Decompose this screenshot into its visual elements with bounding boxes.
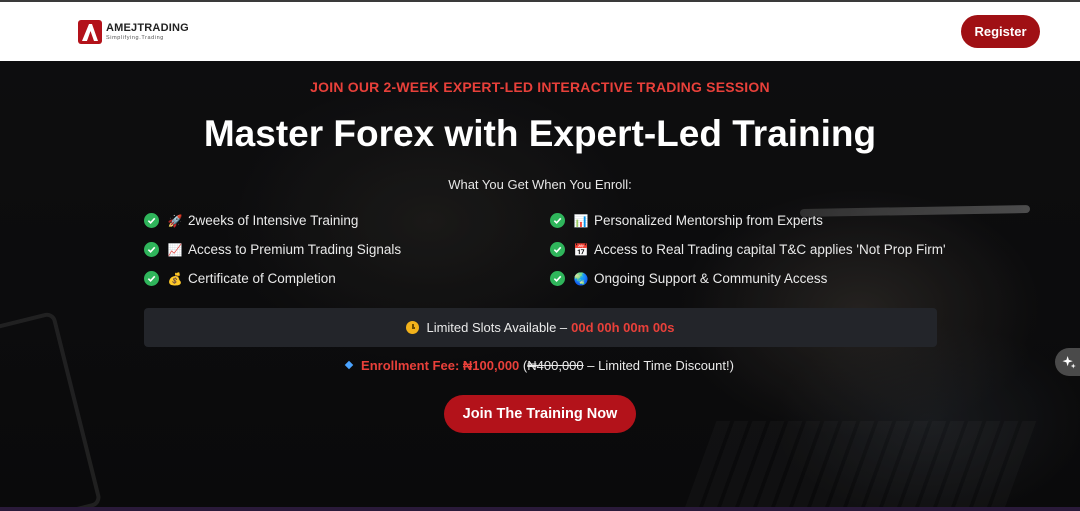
hero-eyebrow: JOIN OUR 2-WEEK EXPERT-LED INTERACTIVE T… (310, 79, 770, 95)
brand-name: AMEJTRADING (106, 21, 189, 34)
money-bag-icon: 💰 (167, 271, 183, 286)
join-training-button[interactable]: Join The Training Now (444, 395, 636, 433)
feature-item: 📊 Personalized Mentorship from Experts (550, 213, 823, 228)
feature-item: 💰 Certificate of Completion (144, 271, 336, 286)
calendar-icon: 📅 (573, 242, 589, 257)
check-icon (144, 271, 159, 286)
diamond-icon (344, 360, 354, 370)
fee-amount: ₦100,000 (462, 358, 520, 373)
benefits-heading: What You Get When You Enroll: (448, 177, 632, 192)
logo-mark-icon (78, 20, 102, 44)
countdown-bar: Limited Slots Available – 00d 00h 00m 00… (144, 308, 937, 347)
rocket-icon: 🚀 (167, 213, 183, 228)
brand-tagline: Simplifying.Trading (106, 34, 164, 41)
bar-chart-icon: 📊 (573, 213, 589, 228)
fee-note: – Limited Time Discount!) (587, 358, 734, 373)
navbar: AMEJTRADING Simplifying.Trading Register (0, 2, 1080, 61)
check-icon (550, 213, 565, 228)
feature-item: 📈 Access to Premium Trading Signals (144, 242, 401, 257)
countdown-label: Limited Slots Available – (426, 320, 568, 335)
clock-icon (406, 321, 420, 334)
hero-section: JOIN OUR 2-WEEK EXPERT-LED INTERACTIVE T… (0, 61, 1080, 507)
register-button[interactable]: Register (961, 15, 1040, 48)
bottom-border (0, 507, 1080, 511)
feature-item: 🌏 Ongoing Support & Community Access (550, 271, 827, 286)
countdown-timer: 00d 00h 00m 00s (571, 320, 675, 335)
sparkle-icon (1062, 355, 1076, 368)
feature-text: Certificate of Completion (188, 271, 336, 286)
feature-item: 📅 Access to Real Trading capital T&C app… (550, 242, 946, 257)
feature-text: Access to Real Trading capital T&C appli… (594, 242, 946, 257)
fee-label: Enrollment Fee: (361, 358, 460, 373)
feature-text: Ongoing Support & Community Access (594, 271, 828, 286)
brand-logo[interactable]: AMEJTRADING Simplifying.Trading (78, 18, 189, 46)
fee-original-amount: ₦400,000 (527, 358, 584, 373)
feature-text: Personalized Mentorship from Experts (594, 213, 823, 228)
globe-icon: 🌏 (573, 271, 589, 286)
feature-text: Access to Premium Trading Signals (188, 242, 402, 257)
ai-assistant-button[interactable] (1055, 348, 1080, 376)
hero-headline: Master Forex with Expert-Led Training (203, 113, 877, 154)
enrollment-fee: Enrollment Fee: ₦100,000 (₦400,000 – Lim… (0, 358, 1080, 373)
check-icon (550, 242, 565, 257)
check-icon (550, 271, 565, 286)
feature-item: 🚀 2weeks of Intensive Training (144, 213, 358, 228)
chart-increasing-icon: 📈 (167, 242, 183, 257)
feature-text: 2weeks of Intensive Training (188, 213, 359, 228)
check-icon (144, 213, 159, 228)
check-icon (144, 242, 159, 257)
